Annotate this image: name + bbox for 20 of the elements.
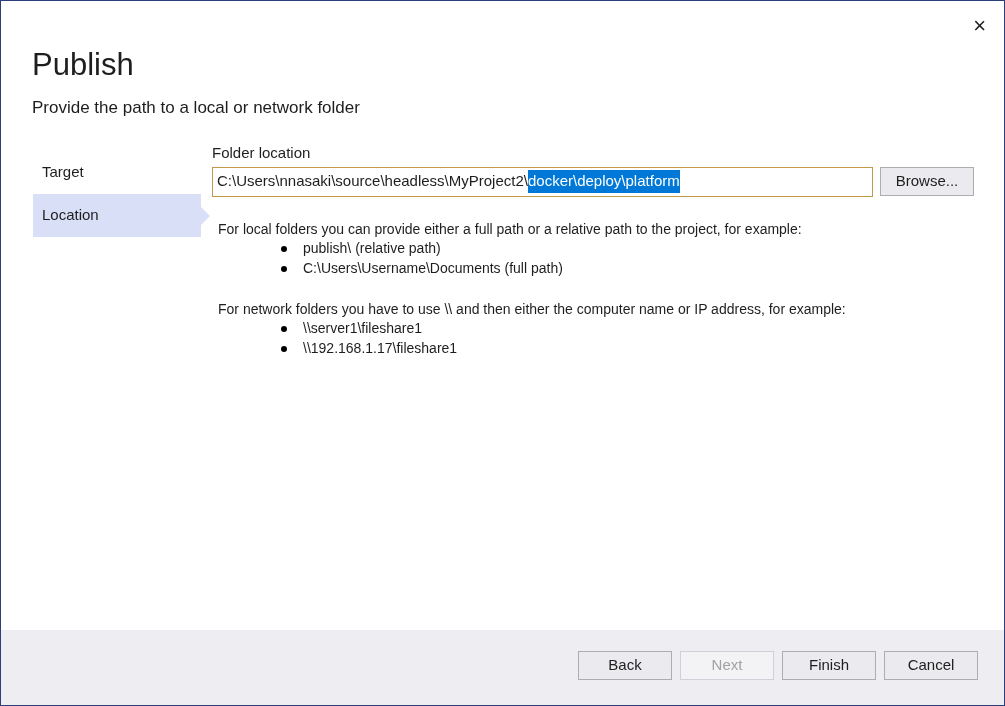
example-path: publish\ (relative path) [303, 239, 441, 258]
help-text: For network folders you have to use \\ and then either the computer name or IP address, for example: [218, 299, 846, 319]
bullet-icon [281, 345, 287, 352]
footer-button[interactable]: Cancel [884, 651, 978, 680]
bullet-icon [281, 265, 287, 272]
dialog-title: Publish [32, 46, 134, 84]
footer-button[interactable]: Finish [782, 651, 876, 680]
help-text: For local folders you can provide either a full path or a relative path to the project, for example: [218, 219, 802, 239]
bullet-icon [281, 245, 287, 252]
step-item[interactable]: Target [33, 150, 201, 194]
bullet-icon [281, 325, 287, 332]
browse-button[interactable]: Browse... [880, 166, 974, 196]
example-path: \\192.168.1.17\fileshare1 [303, 339, 458, 358]
field-label: Folder location [212, 142, 311, 163]
close-button[interactable]: × [969, 15, 990, 37]
example-path: C:\Users\Username\Documents (full path) [303, 259, 563, 278]
example-path: \\server1\fileshare1 [303, 319, 423, 338]
dialog-subtitle: Provide the path to a local or network folder [32, 97, 360, 119]
pointer-icon [201, 206, 210, 225]
footer-button[interactable]: Back [578, 651, 672, 680]
